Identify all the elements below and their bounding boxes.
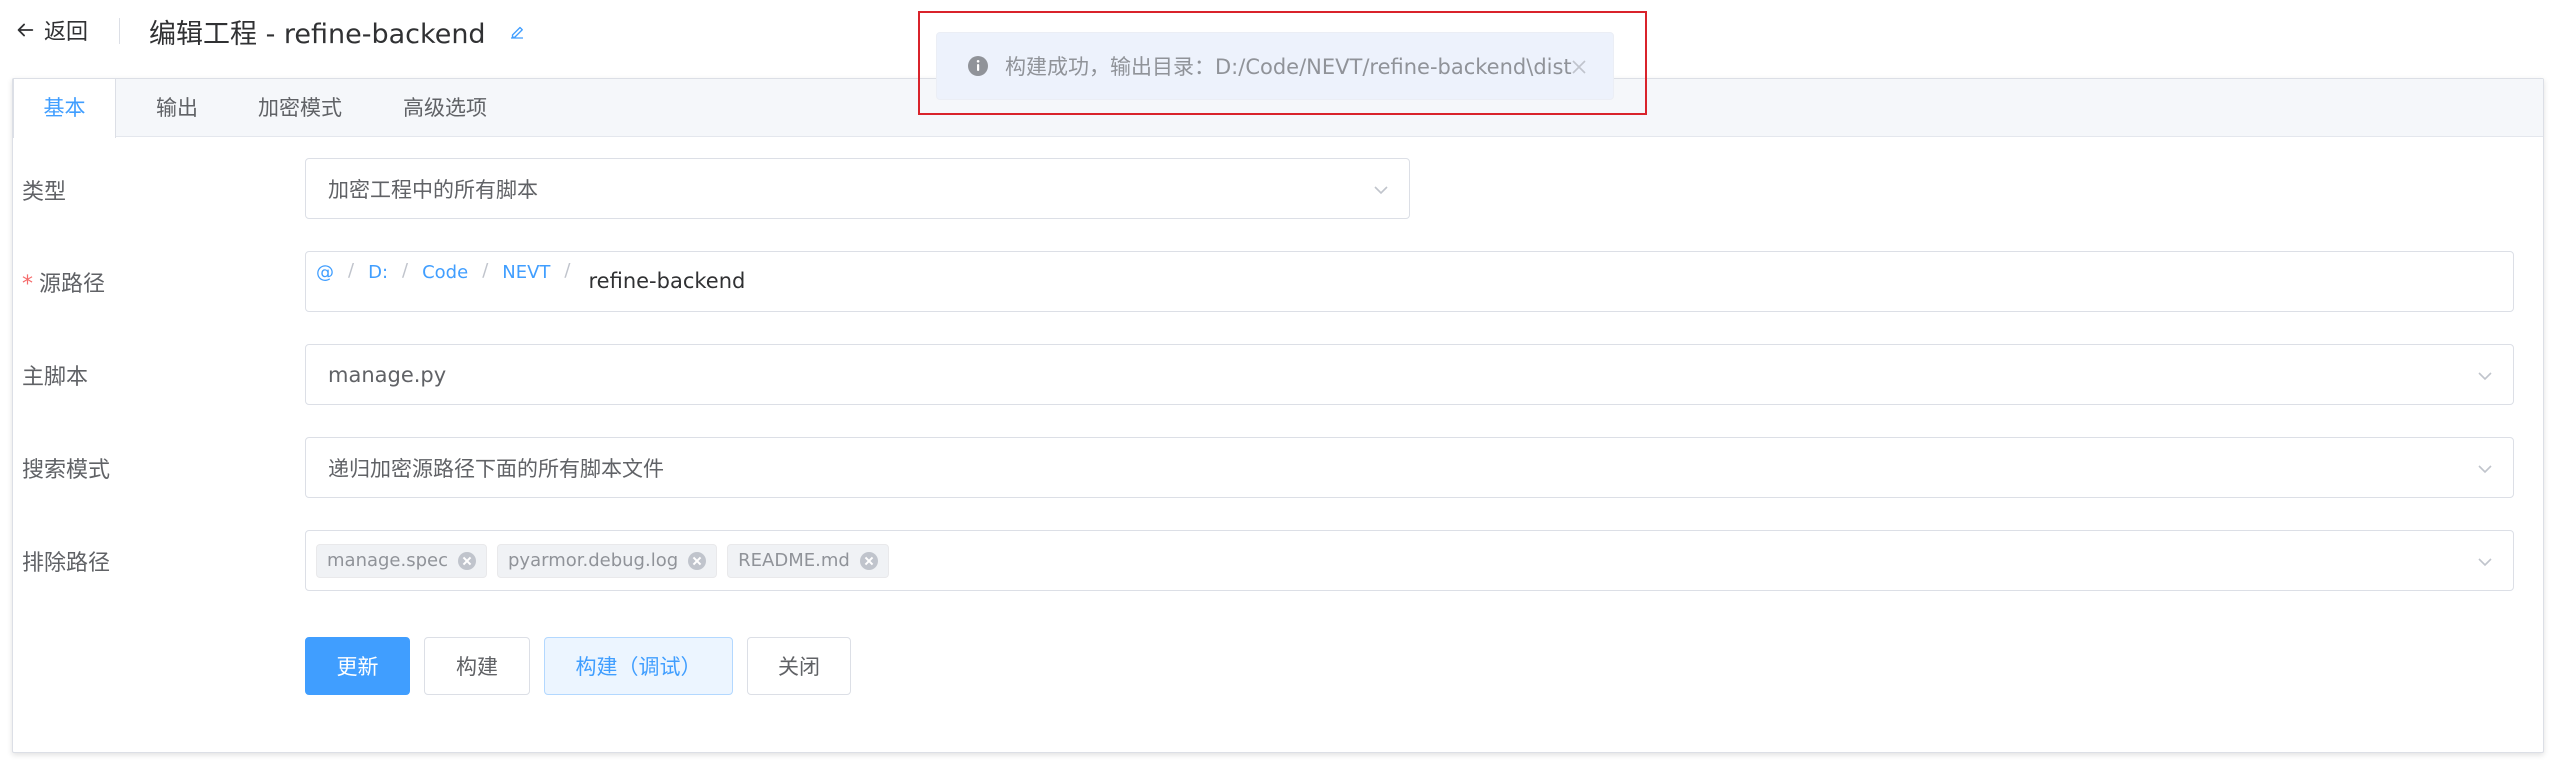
info-icon bbox=[968, 56, 988, 76]
source-path-label: * 源路径 bbox=[22, 266, 105, 298]
exclude-tag: manage.spec bbox=[316, 543, 487, 578]
exclude-paths-select[interactable]: manage.spec pyarmor.debug.log README.md bbox=[305, 530, 2514, 591]
tag-label: manage.spec bbox=[327, 550, 448, 571]
header-divider bbox=[119, 18, 120, 44]
tag-label: pyarmor.debug.log bbox=[508, 550, 679, 571]
tag-close-icon[interactable] bbox=[688, 551, 707, 570]
tab-advanced-label: 高级选项 bbox=[403, 96, 487, 120]
build-button[interactable]: 构建 bbox=[424, 637, 530, 695]
crumb-separator: / bbox=[482, 260, 489, 281]
exclude-paths-label: 排除路径 bbox=[22, 551, 111, 576]
source-path-label-text: 源路径 bbox=[39, 272, 106, 297]
chevron-down-icon bbox=[1374, 186, 1388, 195]
search-mode-value: 递归加密源路径下面的所有脚本文件 bbox=[328, 456, 664, 481]
tab-encrypt-mode[interactable]: 加密模式 bbox=[241, 79, 359, 137]
crumb-separator: / bbox=[348, 260, 355, 281]
crumb-root[interactable]: @ bbox=[316, 262, 334, 283]
crumb-separator: / bbox=[564, 260, 571, 281]
path-breadcrumb: @ / D: / Code / NEVT / refine-backend bbox=[306, 252, 745, 311]
source-path-field[interactable]: @ / D: / Code / NEVT / refine-backend bbox=[305, 251, 2514, 312]
update-button[interactable]: 更新 bbox=[305, 637, 410, 695]
tag-label: README.md bbox=[738, 550, 850, 571]
back-button[interactable]: 返回 bbox=[14, 14, 88, 46]
main-script-value: manage.py bbox=[328, 362, 447, 387]
exclude-tag: README.md bbox=[727, 543, 889, 578]
crumb-code[interactable]: Code bbox=[422, 262, 468, 283]
page-title-text: 编辑工程 - refine-backend bbox=[149, 19, 486, 50]
type-value: 加密工程中的所有脚本 bbox=[328, 177, 538, 202]
tab-output[interactable]: 输出 bbox=[137, 79, 217, 137]
crumb-drive[interactable]: D: bbox=[368, 262, 388, 283]
search-mode-label: 搜索模式 bbox=[22, 458, 111, 483]
arrow-left-icon bbox=[17, 23, 34, 37]
edit-icon[interactable] bbox=[508, 23, 526, 41]
required-mark: * bbox=[22, 272, 33, 297]
exclude-tag: pyarmor.debug.log bbox=[497, 543, 718, 578]
tab-advanced[interactable]: 高级选项 bbox=[381, 79, 509, 137]
type-select[interactable]: 加密工程中的所有脚本 bbox=[305, 158, 1410, 219]
build-debug-button[interactable]: 构建（调试） bbox=[544, 637, 733, 695]
tab-encrypt-mode-label: 加密模式 bbox=[258, 96, 342, 120]
back-label: 返回 bbox=[44, 20, 89, 45]
chevron-down-icon bbox=[2478, 372, 2492, 381]
tab-output-label: 输出 bbox=[156, 96, 198, 120]
crumb-nevt[interactable]: NEVT bbox=[502, 262, 550, 283]
crumb-separator: / bbox=[402, 260, 409, 281]
chevron-down-icon bbox=[2478, 558, 2492, 567]
tab-basic-label: 基本 bbox=[43, 96, 86, 120]
message-text: 构建成功，输出目录：D:/Code/NEVT/refine-backend\di… bbox=[1005, 55, 1572, 79]
tag-close-icon[interactable] bbox=[458, 551, 476, 570]
main-script-select[interactable]: manage.py bbox=[305, 344, 2514, 405]
type-label: 类型 bbox=[22, 180, 67, 205]
chevron-down-icon bbox=[2478, 465, 2492, 474]
tag-close-icon[interactable] bbox=[859, 551, 878, 570]
main-script-label: 主脚本 bbox=[22, 365, 89, 390]
source-path-input[interactable]: refine-backend bbox=[589, 269, 746, 293]
search-mode-select[interactable]: 递归加密源路径下面的所有脚本文件 bbox=[305, 437, 2514, 498]
page-title: 编辑工程 - refine-backend bbox=[149, 12, 526, 51]
close-button[interactable]: 关闭 bbox=[747, 637, 851, 695]
success-message: 构建成功，输出目录：D:/Code/NEVT/refine-backend\di… bbox=[936, 32, 1614, 100]
tab-basic[interactable]: 基本 bbox=[13, 79, 116, 138]
close-icon[interactable] bbox=[1571, 59, 1587, 75]
